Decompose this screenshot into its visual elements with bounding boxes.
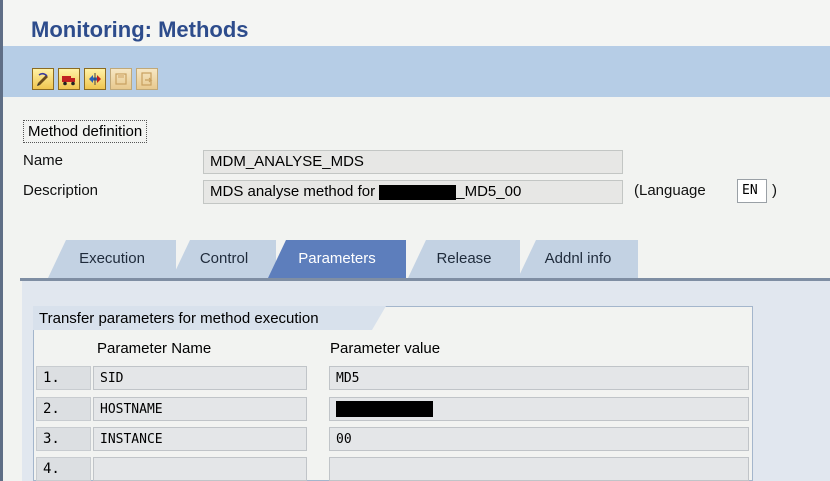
description-text-prefix: MDS analyse method for <box>210 183 380 200</box>
description-label: Description <box>23 182 99 199</box>
redacted-block <box>336 400 433 417</box>
description-field[interactable]: MDS analyse method for _MD5_00 <box>203 180 623 204</box>
export-icon <box>141 72 153 86</box>
tab-control[interactable]: Control <box>172 240 276 278</box>
navigate-arrows-icon <box>89 73 101 85</box>
method-name-field[interactable]: MDM_ANALYSE_MDS <box>203 150 623 174</box>
parameter-name-field[interactable]: INSTANCE <box>93 427 307 451</box>
tab-execution[interactable]: Execution <box>48 240 176 278</box>
transport-button[interactable] <box>58 68 80 90</box>
title-bar: Monitoring: Methods <box>3 0 830 46</box>
row-number[interactable]: 3. <box>36 427 91 451</box>
parameters-group-title: Transfer parameters for method execution <box>33 306 386 330</box>
row-number[interactable]: 1. <box>36 366 91 390</box>
tab-release[interactable]: Release <box>408 240 520 278</box>
method-definition-group-title: Method definition <box>23 120 148 143</box>
tab-addnl-info[interactable]: Addnl info <box>518 240 638 278</box>
edit-pencil-icon <box>37 72 48 86</box>
parameters-group-box <box>33 306 753 481</box>
application-toolbar <box>3 46 830 97</box>
navigate-button[interactable] <box>84 68 106 90</box>
parameter-value-field[interactable] <box>329 397 749 421</box>
language-close-paren: ) <box>772 182 777 199</box>
parameter-name-column-header: Parameter Name <box>97 340 212 357</box>
edit-button[interactable] <box>32 68 54 90</box>
redacted-block <box>379 184 457 200</box>
name-label: Name <box>23 152 64 169</box>
description-text-suffix: _MD5_00 <box>456 183 522 200</box>
parameter-value-field[interactable]: 00 <box>329 427 749 451</box>
parameter-name-field[interactable]: HOSTNAME <box>93 397 307 421</box>
language-field[interactable]: EN <box>737 179 767 203</box>
save-local-button[interactable] <box>110 68 132 90</box>
page-title: Monitoring: Methods <box>31 17 249 42</box>
parameter-name-field[interactable] <box>93 457 307 481</box>
parameter-value-column-header: Parameter value <box>330 340 441 357</box>
row-number[interactable]: 2. <box>36 397 91 421</box>
tab-parameters[interactable]: Parameters <box>268 240 406 278</box>
export-button[interactable] <box>136 68 158 90</box>
parameter-name-field[interactable]: SID <box>93 366 307 390</box>
save-local-icon <box>115 73 127 85</box>
transport-truck-icon <box>62 76 75 86</box>
language-label: (Language <box>634 182 706 199</box>
parameter-value-field[interactable] <box>329 457 749 481</box>
row-number[interactable]: 4. <box>36 457 91 481</box>
parameter-value-field[interactable]: MD5 <box>329 366 749 390</box>
